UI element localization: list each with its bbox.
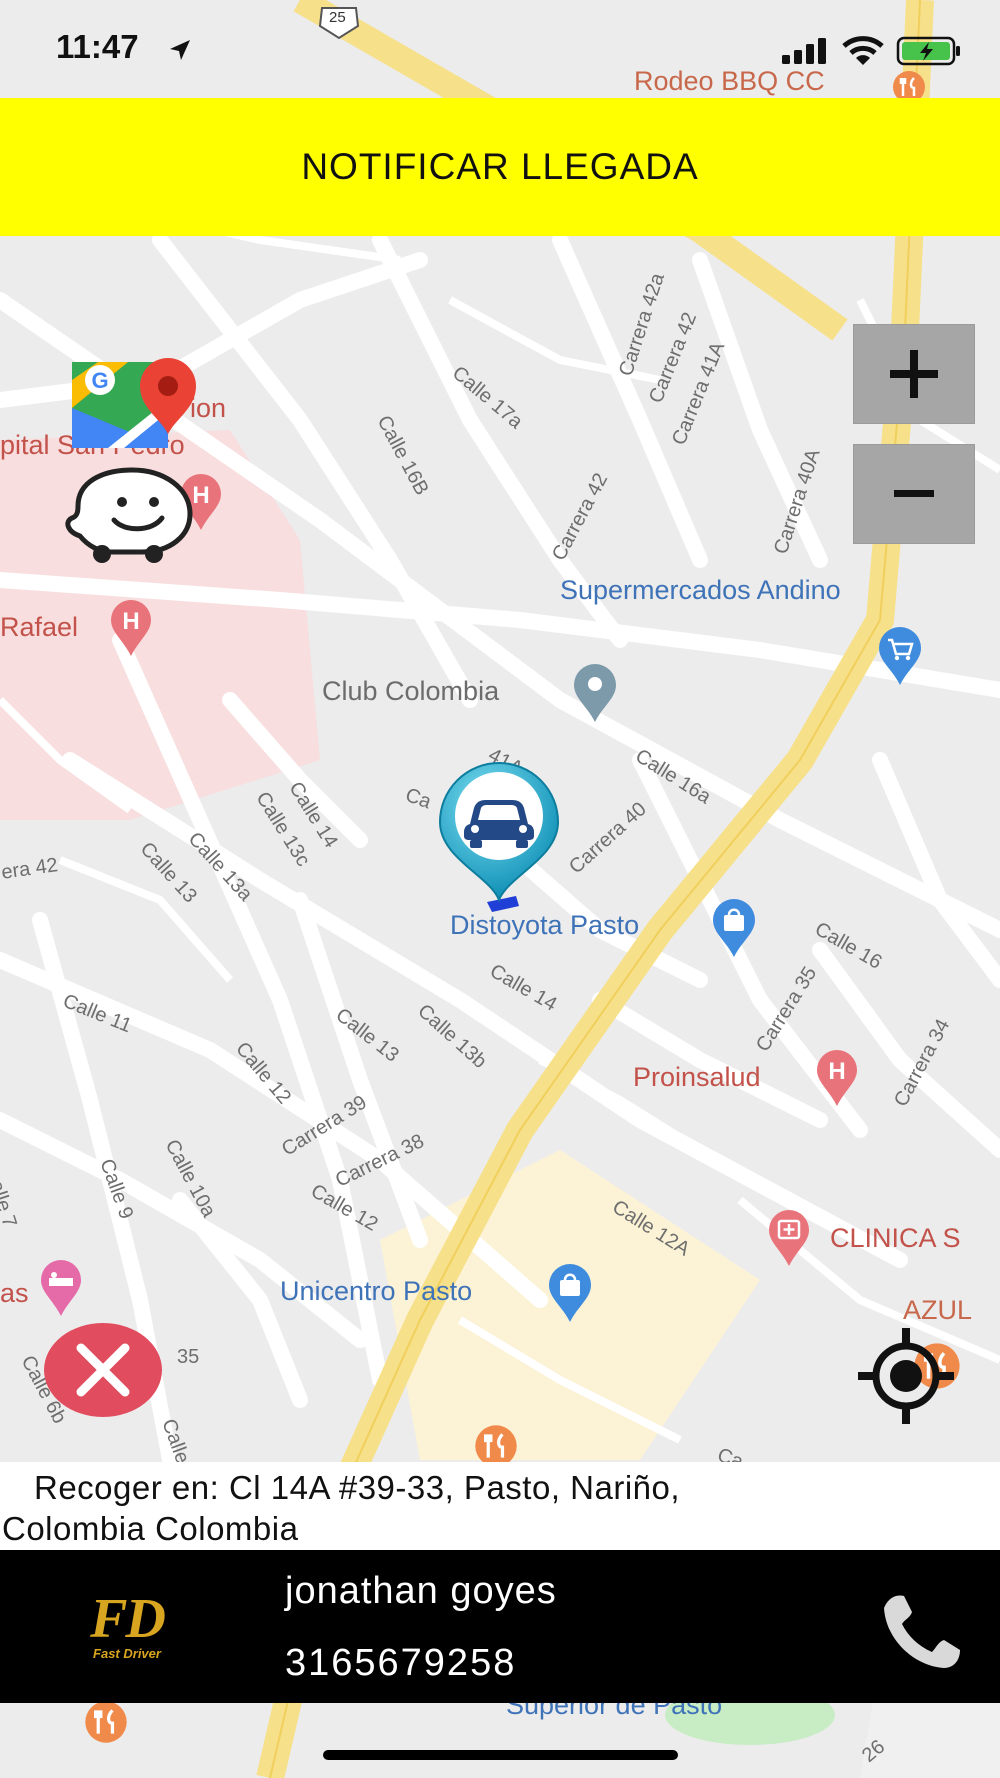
poi-as[interactable]: as — [0, 1278, 29, 1309]
logo-subtitle: Fast Driver — [93, 1646, 161, 1661]
street-label: 35 — [177, 1346, 200, 1368]
svg-text:G: G — [91, 368, 108, 393]
car-marker-icon[interactable] — [432, 762, 566, 902]
logo-text: FD — [90, 1588, 166, 1650]
zoom-in-button[interactable] — [853, 324, 975, 424]
home-indicator[interactable] — [323, 1750, 678, 1760]
battery-icon — [896, 36, 960, 66]
fast-driver-logo: FD Fast Driver — [62, 1590, 192, 1670]
driver-phone: 3165679258 — [285, 1642, 517, 1684]
status-time: 11:47 — [56, 28, 139, 65]
poi-unicentro-pasto[interactable]: Unicentro Pasto — [280, 1276, 472, 1307]
svg-text:H: H — [122, 608, 139, 635]
shopping-bag-pin-icon — [549, 1263, 591, 1322]
hospital-pin-icon: H — [111, 600, 151, 656]
plus-icon — [890, 350, 938, 398]
zoom-out-button[interactable] — [853, 444, 975, 544]
pickup-address-line2: Colombia Colombia — [2, 1510, 299, 1547]
google-maps-icon[interactable]: G — [68, 350, 202, 452]
location-arrow-icon — [170, 40, 190, 60]
svg-text:H: H — [828, 1058, 845, 1085]
locate-me-button[interactable] — [856, 1326, 956, 1426]
poi-rafael[interactable]: Rafael — [0, 612, 78, 643]
poi-clinica[interactable]: CLINICA S — [830, 1223, 961, 1254]
poi-azul[interactable]: AZUL — [903, 1295, 972, 1326]
signal-icon — [782, 38, 826, 64]
hospital-pin-icon: H — [817, 1050, 857, 1106]
waze-icon[interactable] — [60, 466, 200, 566]
phone-icon[interactable] — [874, 1590, 966, 1670]
shopping-bag-pin-icon — [713, 898, 755, 957]
pickup-address: Recoger en: Cl 14A #39-33, Pasto, Nariño… — [0, 1462, 1000, 1550]
cancel-button[interactable] — [43, 1322, 163, 1418]
location-pin-icon — [574, 663, 616, 722]
wifi-icon — [842, 36, 884, 65]
driver-name: jonathan goyes — [285, 1570, 557, 1612]
restaurant-pin-icon — [85, 1701, 127, 1743]
status-bar: 11:47 — [0, 0, 1000, 98]
clinic-pin-icon — [769, 1210, 809, 1266]
poi-distoyota-pasto[interactable]: Distoyota Pasto — [450, 910, 639, 941]
poi-supermercados-andino[interactable]: Supermercados Andino — [560, 575, 841, 606]
driver-info-bar: FD Fast Driver jonathan goyes 3165679258 — [0, 1550, 1000, 1703]
hotel-pin-icon — [41, 1260, 81, 1316]
shopping-cart-pin-icon — [879, 626, 921, 685]
pickup-address-line1: Recoger en: Cl 14A #39-33, Pasto, Nariño… — [34, 1469, 681, 1506]
minus-icon — [894, 490, 934, 497]
notify-arrival-button[interactable]: NOTIFICAR LLEGADA — [0, 98, 1000, 236]
poi-proinsalud[interactable]: Proinsalud — [633, 1062, 761, 1093]
poi-club-colombia[interactable]: Club Colombia — [322, 676, 499, 707]
